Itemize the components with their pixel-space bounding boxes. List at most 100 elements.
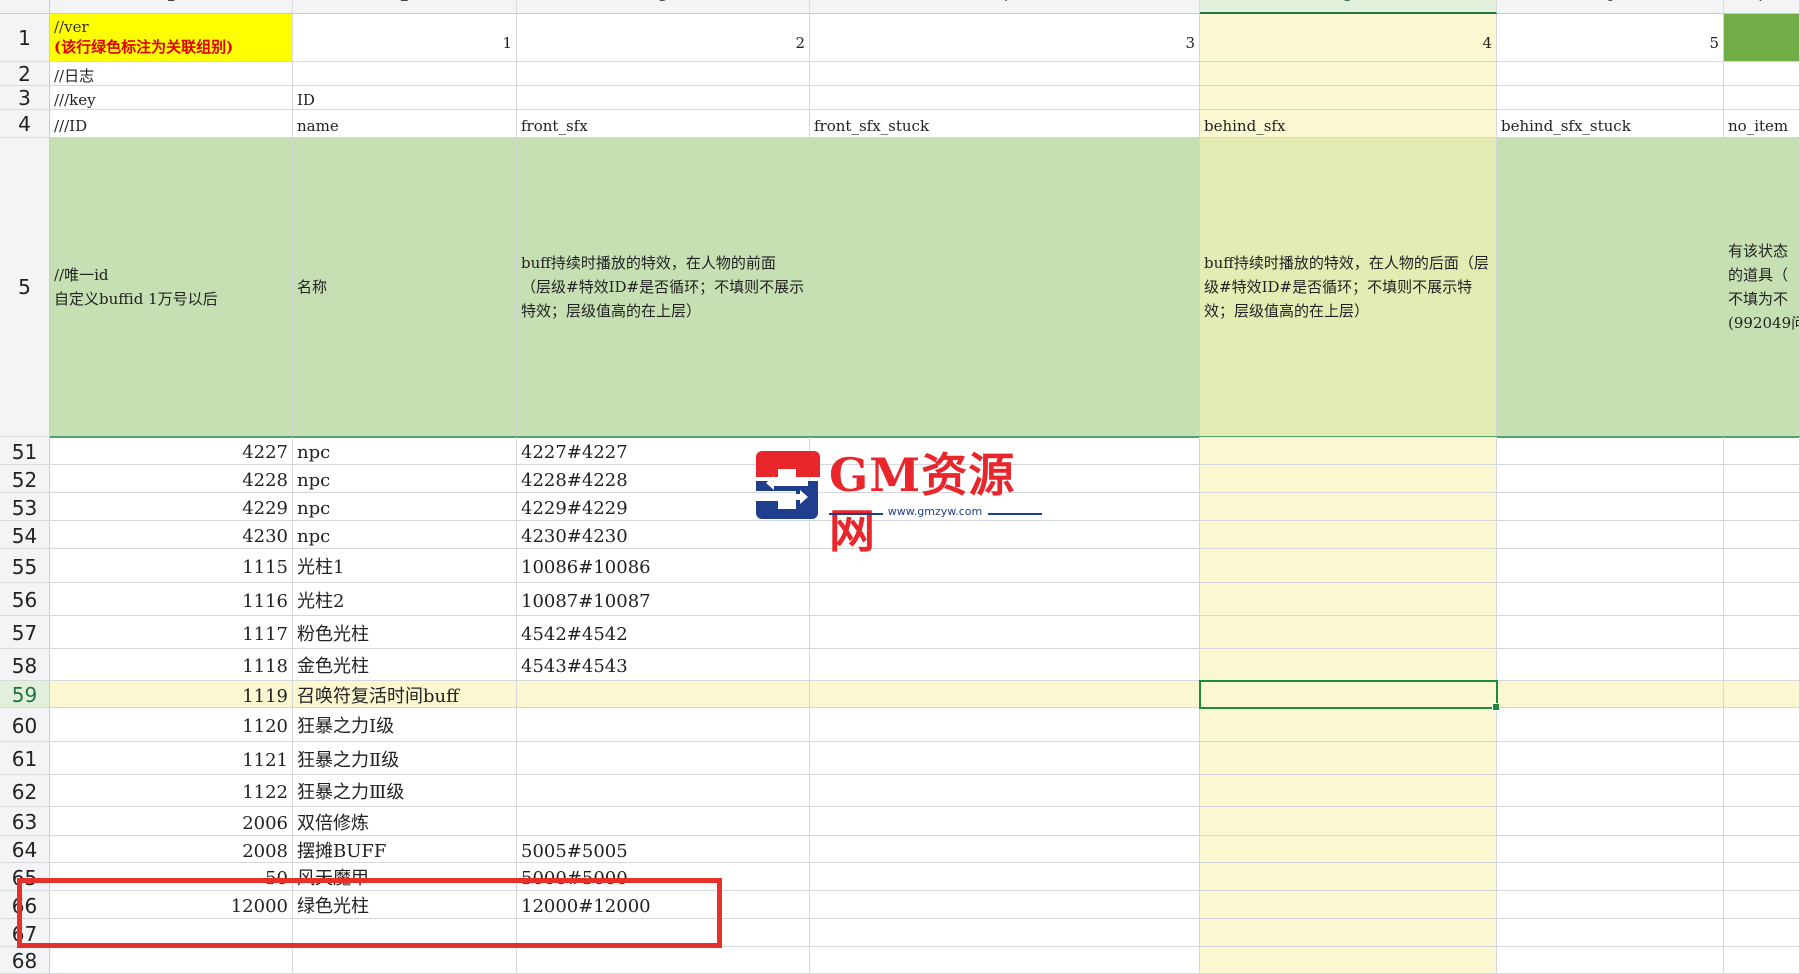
cell-r3-d[interactable] [810,86,1200,110]
cell-r2-d[interactable] [810,62,1200,86]
cell-r68-d[interactable] [810,947,1200,974]
cell-r54-a[interactable]: 4230 [50,521,293,549]
cell-r61-d[interactable] [810,742,1200,775]
cell-r57-f[interactable] [1497,616,1724,649]
cell-r3-f[interactable] [1497,86,1724,110]
cell-r1-f[interactable]: 5 [1497,14,1724,62]
cell-r5-e[interactable]: buff持续时播放的特效，在人物的后面（层级#特效ID#是否循环；不填则不展示特… [1200,138,1497,437]
cell-r66-d[interactable] [810,891,1200,919]
cell-r1-b[interactable]: 1 [293,14,517,62]
cell-r57-d[interactable] [810,616,1200,649]
cell-r53-f[interactable] [1497,493,1724,521]
row-header-57[interactable]: 57 [0,616,50,649]
cell-r52-a[interactable]: 4228 [50,465,293,493]
cell-r57-a[interactable]: 1117 [50,616,293,649]
cell-r59-d[interactable] [810,681,1200,708]
cell-r3-b[interactable]: ID [293,86,517,110]
row-header-62[interactable]: 62 [0,775,50,807]
cell-r1-a[interactable]: //ver (该行绿色标注为关联组别) [50,14,293,62]
cell-r67-f[interactable] [1497,919,1724,947]
cell-r65-g[interactable] [1724,863,1800,891]
cell-r52-f[interactable] [1497,465,1724,493]
cell-r65-e[interactable] [1200,863,1497,891]
column-header-g[interactable]: 7 [1724,0,1800,14]
cell-r53-g[interactable] [1724,493,1800,521]
cell-r51-g[interactable] [1724,437,1800,465]
cell-r68-e[interactable] [1200,947,1497,974]
cell-r2-a[interactable]: //日志 [50,62,293,86]
cell-r51-b[interactable]: npc [293,437,517,465]
cell-r58-d[interactable] [810,649,1200,681]
cell-r64-g[interactable] [1724,836,1800,863]
cell-r64-c[interactable]: 5005#5005 [517,836,810,863]
cell-r63-e[interactable] [1200,807,1497,836]
cell-r67-e[interactable] [1200,919,1497,947]
cell-r62-b[interactable]: 狂暴之力Ⅲ级 [293,775,517,807]
cell-r60-b[interactable]: 狂暴之力Ⅰ级 [293,708,517,742]
cell-r2-f[interactable] [1497,62,1724,86]
row-header-58[interactable]: 58 [0,649,50,681]
row-header-3[interactable]: 3 [0,86,50,110]
row-header-60[interactable]: 60 [0,708,50,742]
cell-r53-e[interactable] [1200,493,1497,521]
cell-r58-e[interactable] [1200,649,1497,681]
cell-r52-g[interactable] [1724,465,1800,493]
row-header-64[interactable]: 64 [0,836,50,863]
cell-r51-a[interactable]: 4227 [50,437,293,465]
cell-r2-b[interactable] [293,62,517,86]
cell-r58-f[interactable] [1497,649,1724,681]
cell-r68-f[interactable] [1497,947,1724,974]
row-header-68[interactable]: 68 [0,947,50,974]
cell-r52-b[interactable]: npc [293,465,517,493]
cell-r60-f[interactable] [1497,708,1724,742]
row-header-2[interactable]: 2 [0,62,50,86]
cell-r56-a[interactable]: 1116 [50,583,293,616]
cell-r53-b[interactable]: npc [293,493,517,521]
cell-r61-c[interactable] [517,742,810,775]
cell-r64-d[interactable] [810,836,1200,863]
cell-r1-e[interactable]: 4 [1200,14,1497,62]
cell-r1-c[interactable]: 2 [517,14,810,62]
cell-r63-b[interactable]: 双倍修炼 [293,807,517,836]
cell-r64-a[interactable]: 2008 [50,836,293,863]
cell-r63-g[interactable] [1724,807,1800,836]
cell-r58-g[interactable] [1724,649,1800,681]
cell-r62-g[interactable] [1724,775,1800,807]
cell-r61-f[interactable] [1497,742,1724,775]
cell-r60-a[interactable]: 1120 [50,708,293,742]
active-cell-selection[interactable] [1199,680,1500,711]
cell-r54-g[interactable] [1724,521,1800,549]
cell-r5-f[interactable] [1497,138,1724,437]
cell-r2-e[interactable] [1200,62,1497,86]
cell-r55-f[interactable] [1497,549,1724,583]
cell-r54-e[interactable] [1200,521,1497,549]
cell-r5-a[interactable]: //唯一id 自定义buffid 1万号以后 [50,138,293,437]
cell-r4-f[interactable]: behind_sfx_stuck [1497,110,1724,138]
cell-r62-d[interactable] [810,775,1200,807]
cell-r56-e[interactable] [1200,583,1497,616]
cell-r61-a[interactable]: 1121 [50,742,293,775]
cell-r5-d[interactable] [810,138,1200,437]
cell-r60-g[interactable] [1724,708,1800,742]
cell-r63-a[interactable]: 2006 [50,807,293,836]
cell-r3-c[interactable] [517,86,810,110]
cell-r4-a[interactable]: ///ID [50,110,293,138]
cell-r59-g[interactable] [1724,681,1800,708]
cell-r1-d[interactable]: 3 [810,14,1200,62]
cell-r56-d[interactable] [810,583,1200,616]
row-header-55[interactable]: 55 [0,549,50,583]
cell-r60-d[interactable] [810,708,1200,742]
cell-r54-b[interactable]: npc [293,521,517,549]
cell-r62-f[interactable] [1497,775,1724,807]
cell-r59-a[interactable]: 1119 [50,681,293,708]
cell-r62-a[interactable]: 1122 [50,775,293,807]
cell-r3-a[interactable]: ///key [50,86,293,110]
cell-r55-c[interactable]: 10086#10086 [517,549,810,583]
row-header-1[interactable]: 1 [0,14,50,62]
cell-r59-b[interactable]: 召唤符复活时间buff [293,681,517,708]
cell-r4-d[interactable]: front_sfx_stuck [810,110,1200,138]
cell-r53-a[interactable]: 4229 [50,493,293,521]
row-header-61[interactable]: 61 [0,742,50,775]
cell-r58-b[interactable]: 金色光柱 [293,649,517,681]
cell-r62-c[interactable] [517,775,810,807]
